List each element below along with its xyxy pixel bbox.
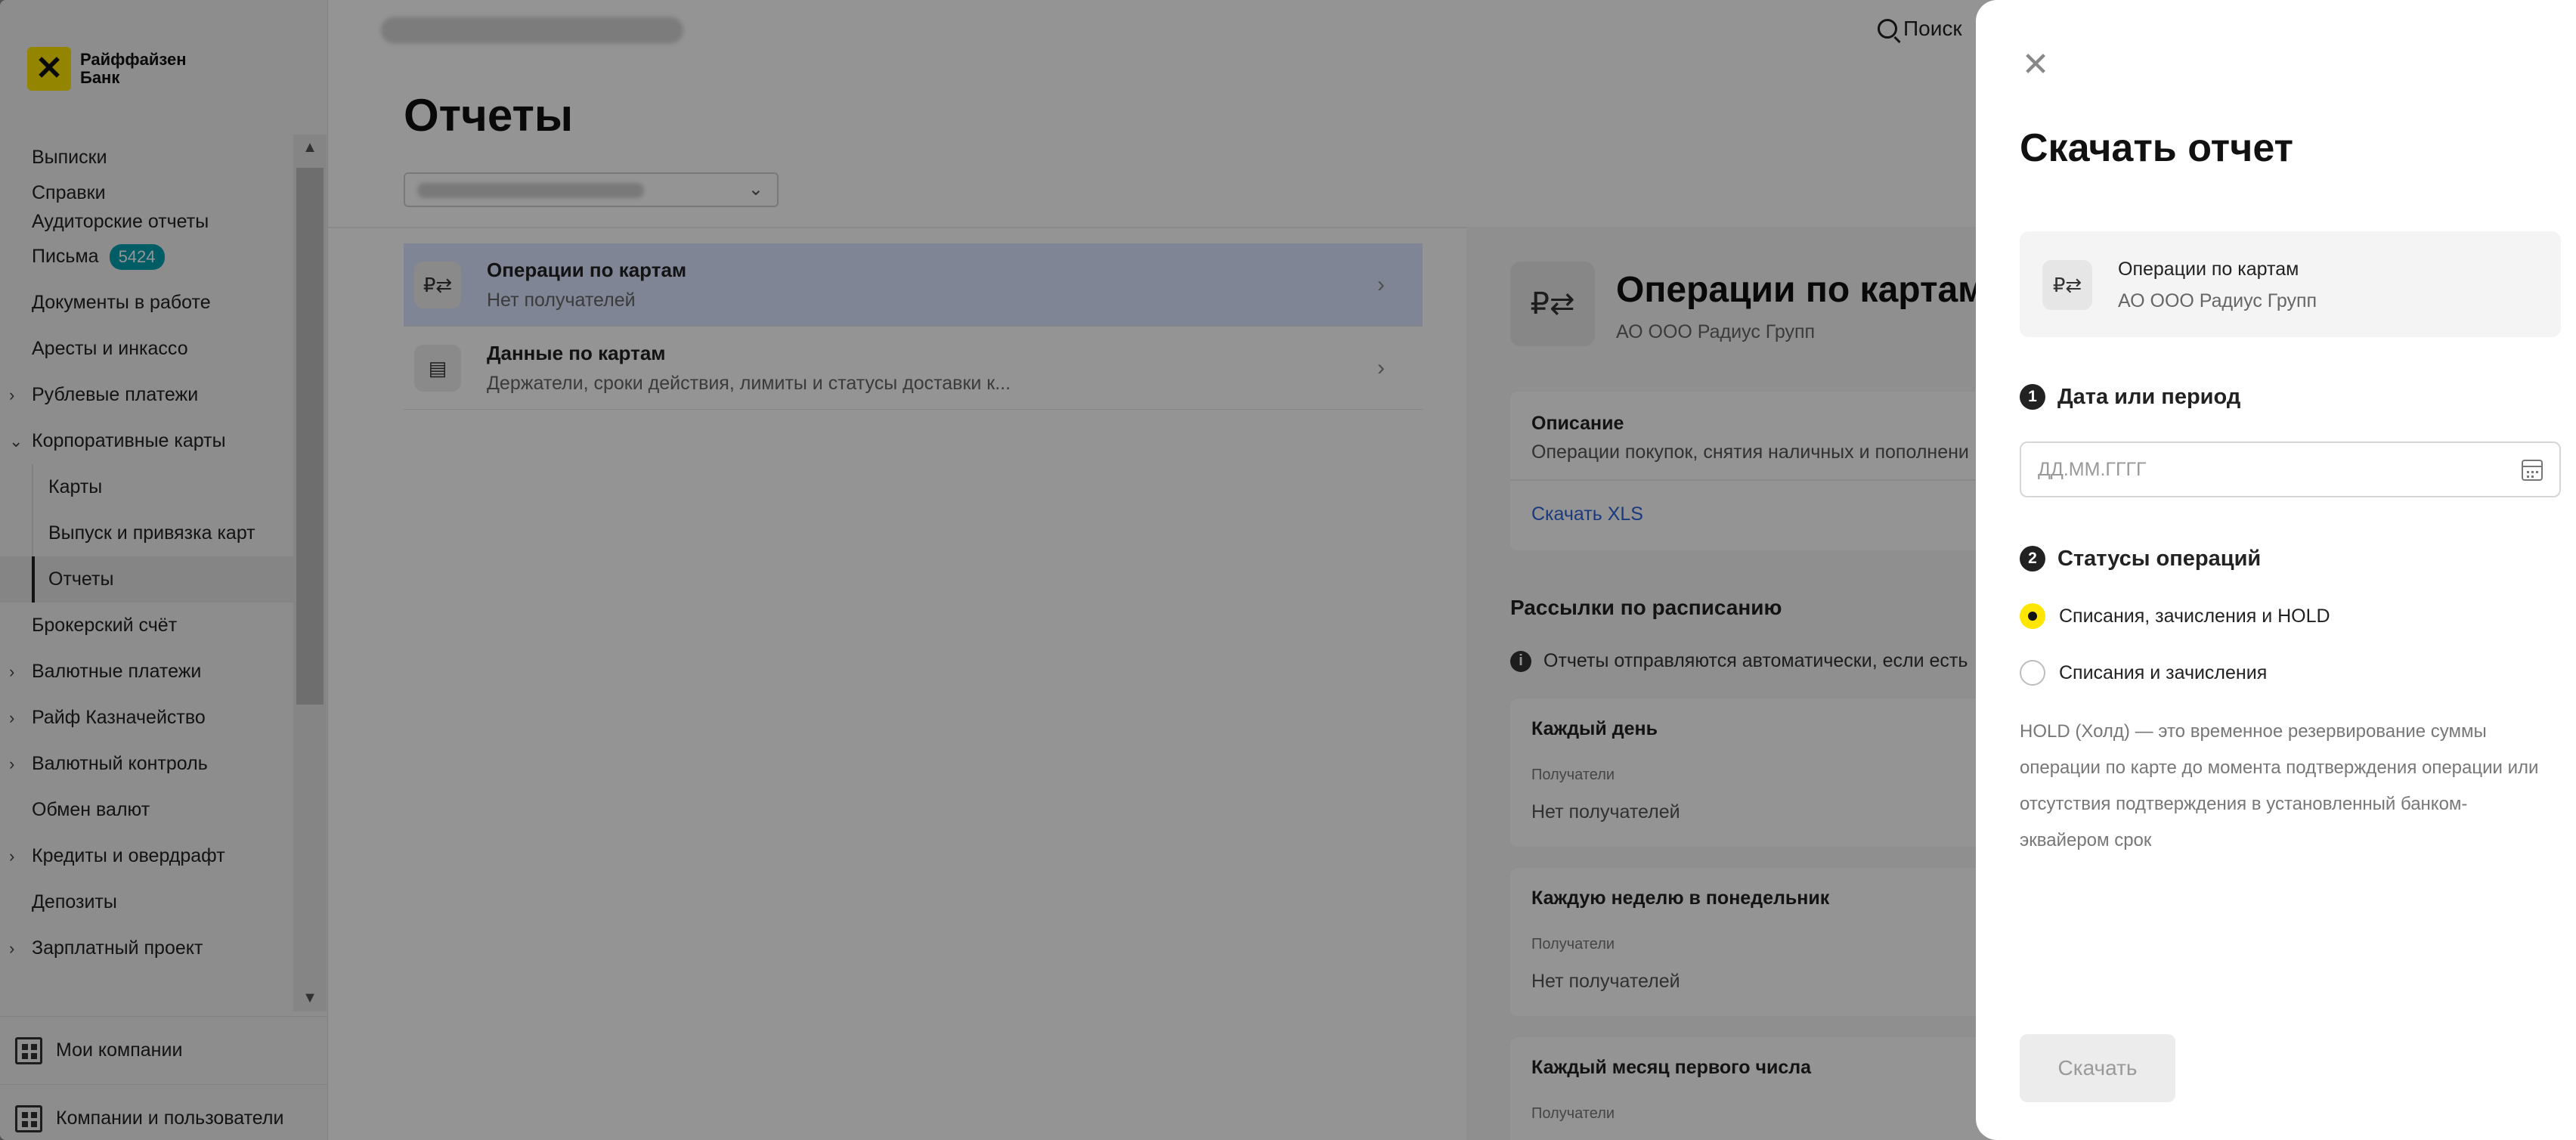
step-date: 1 Дата или период (2020, 384, 2240, 410)
status-option-with-hold[interactable]: Списания, зачисления и HOLD (2020, 603, 2330, 629)
selected-report-card: ₽⇄ Операции по картам АО ООО Радиус Груп… (2020, 231, 2561, 337)
step-statuses: 2 Статусы операций (2020, 546, 2261, 572)
step-number: 2 (2020, 546, 2045, 572)
download-report-panel: ✕ Скачать отчет ₽⇄ Операции по картам АО… (1976, 0, 2576, 1140)
radio-checked[interactable] (2020, 603, 2045, 629)
date-input[interactable] (2038, 443, 2491, 496)
calendar-icon[interactable] (2522, 460, 2543, 481)
step-number: 1 (2020, 384, 2045, 410)
date-field[interactable] (2020, 441, 2561, 497)
status-option-without-hold[interactable]: Списания и зачисления (2020, 660, 2267, 686)
radio-unchecked[interactable] (2020, 660, 2045, 686)
download-button[interactable]: Скачать (2020, 1034, 2175, 1102)
currency-exchange-icon: ₽⇄ (2042, 260, 2092, 310)
hold-explanation: HOLD (Холд) — это временное резервирован… (2020, 721, 2539, 850)
panel-title: Скачать отчет (2020, 126, 2294, 170)
close-icon[interactable]: ✕ (2018, 46, 2053, 83)
